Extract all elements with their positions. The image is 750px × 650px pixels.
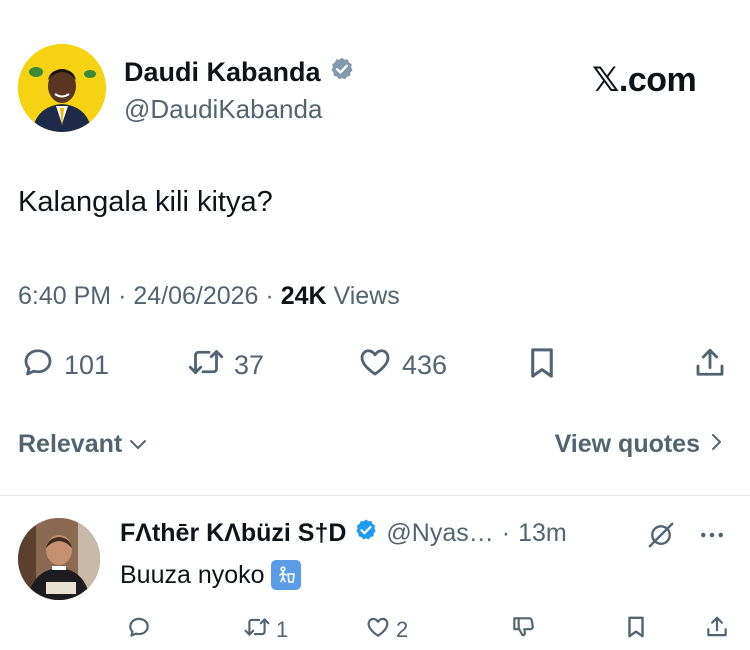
reply-button[interactable]: 101 [20,344,109,387]
like-count: 436 [402,350,448,380]
reply-retweet-count: 1 [276,617,289,642]
tweet-text: Kalangala kili kitya? [18,186,273,218]
reply-like-count: 2 [396,617,409,642]
reply-separator: · [501,519,511,547]
reply-reply-button[interactable] [126,614,152,646]
chevron-down-icon [128,430,148,459]
retweet-icon [242,614,272,646]
reply-text: Buuza nyoko [120,560,265,589]
reply-like-button[interactable]: 2 [364,614,408,646]
like-icon [364,614,392,646]
retweet-button[interactable]: 37 [186,344,264,387]
verified-badge-icon [329,56,355,89]
sort-dropdown[interactable]: Relevant [18,430,148,459]
reply-bookmark-button[interactable] [624,614,648,646]
author-name[interactable]: Daudi Kabanda [124,57,321,88]
meta-separator: · [118,282,134,310]
meta-separator: · [265,282,281,310]
reply-share-button[interactable] [704,614,730,646]
view-quotes-label: View quotes [554,430,700,458]
author-handle[interactable]: @DaudiKabanda [124,94,322,125]
more-icon[interactable] [696,520,728,555]
bookmark-icon [525,344,559,389]
reply-header: FΛthēr KΛbüzi S†D @Nyas… · 13m [120,518,567,549]
retweet-count: 37 [234,350,265,380]
views-count: 24K [280,282,327,310]
bookmark-icon [624,614,648,646]
share-button[interactable] [692,344,728,389]
reply-retweet-button[interactable]: 1 [242,614,288,646]
bookmark-button[interactable] [525,344,559,389]
reply-icon [126,614,152,646]
author-avatar[interactable] [18,44,106,132]
divider [0,495,750,496]
reply-author-name[interactable]: FΛthēr KΛbüzi S†D [120,519,346,548]
view-quotes-link[interactable]: View quotes [555,430,724,459]
author-name-row[interactable]: Daudi Kabanda [124,56,355,89]
reply-icon [20,344,56,387]
dislike-icon [510,614,536,646]
sort-label: Relevant [18,430,123,458]
tweet-date[interactable]: 24/06/2026 [133,282,258,310]
tweet-time[interactable]: 6:40 PM [18,282,111,310]
reply-count: 101 [64,350,110,380]
retweet-icon [186,344,226,387]
reply-avatar[interactable] [18,518,100,600]
brand-logo: 𝕏.com [592,61,697,99]
reply-text-row: Buuza nyoko [120,560,301,590]
like-icon [356,344,394,387]
tweet-meta: 6:40 PM · 24/06/2026 · 24K Views [18,282,400,311]
share-icon [704,614,730,646]
views-label: Views [333,282,400,310]
grok-icon[interactable] [646,520,676,555]
share-icon [692,344,728,389]
trash-can-emoji [270,560,301,590]
reply-dislike-button[interactable] [510,614,536,646]
verified-badge-icon [354,518,378,549]
chevron-right-icon [710,430,724,459]
reply-handle[interactable]: @Nyas… [386,519,493,548]
reply-time[interactable]: 13m [518,519,567,548]
like-button[interactable]: 436 [356,344,447,387]
